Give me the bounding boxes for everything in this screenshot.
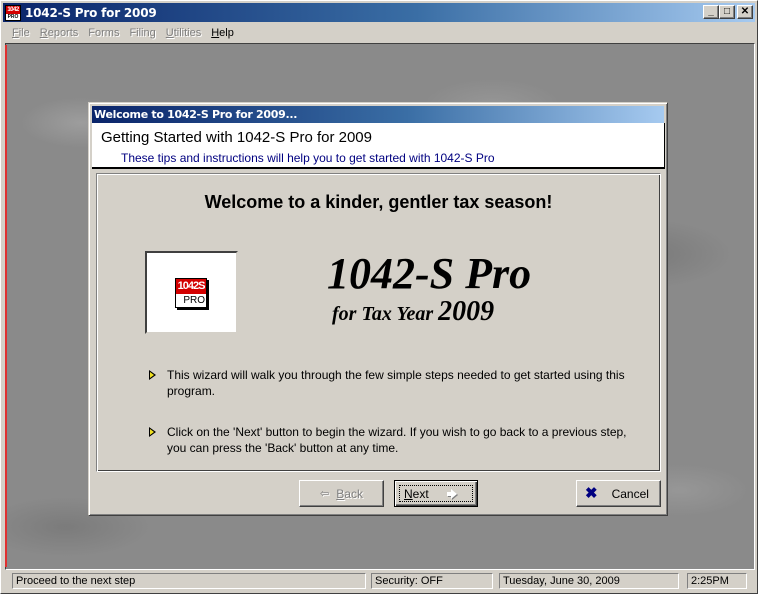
menu-bar: File Reports Forms Filing Utilities Help: [3, 23, 755, 42]
product-logo-frame: 1042S PRO: [145, 251, 238, 334]
tip-text: Click on the 'Next' button to begin the …: [167, 425, 627, 455]
dialog-subheading: These tips and instructions will help yo…: [121, 151, 495, 165]
menu-forms[interactable]: Forms: [83, 27, 124, 39]
window-controls: _ □ ✕: [703, 5, 753, 19]
menu-utilities[interactable]: Utilities: [161, 27, 206, 39]
welcome-dialog: Welcome to 1042-S Pro for 2009... Gettin…: [88, 102, 668, 516]
product-title: 1042-S Pro: [327, 249, 532, 298]
cancel-label: Cancel: [611, 486, 649, 501]
menu-forms-label: Forms: [88, 26, 120, 39]
product-subtitle: for Tax Year 2009: [332, 296, 494, 328]
cancel-x-icon: ✖: [585, 485, 598, 502]
dialog-header: Getting Started with 1042-S Pro for 2009…: [92, 123, 665, 169]
yellow-arrow-bullet-icon: [149, 370, 156, 380]
menu-help-accel: H: [211, 26, 220, 39]
app-window: 1042 PRO 1042-S Pro for 2009 _ □ ✕ File …: [0, 0, 758, 594]
status-message: Proceed to the next step: [12, 573, 366, 589]
title-bar: 1042 PRO 1042-S Pro for 2009 _ □ ✕: [3, 3, 755, 22]
menu-help[interactable]: Help: [206, 27, 239, 39]
dialog-heading: Getting Started with 1042-S Pro for 2009: [101, 129, 372, 146]
menu-help-label: elp: [219, 26, 234, 39]
status-date: Tuesday, June 30, 2009: [499, 573, 679, 589]
menu-reports-accel: R: [39, 26, 48, 39]
minimize-button[interactable]: _: [703, 5, 719, 19]
next-accel: N: [404, 487, 413, 501]
dialog-title: Welcome to 1042-S Pro for 2009...: [92, 106, 664, 123]
workspace-edge-marker: [5, 45, 7, 567]
menu-filing[interactable]: Filing: [124, 27, 160, 39]
app-logo-icon[interactable]: 1042 PRO: [5, 4, 21, 21]
menu-reports-label: eports: [47, 26, 79, 39]
back-accel: B: [336, 486, 345, 501]
cancel-button[interactable]: ✖ Cancel: [576, 480, 661, 507]
product-sub-year: 2009: [438, 296, 495, 327]
next-label-wrap: Next: [404, 487, 429, 501]
next-label: ext: [412, 487, 429, 501]
tip-item: Click on the 'Next' button to begin the …: [149, 424, 629, 456]
window-title: 1042-S Pro for 2009: [25, 5, 157, 20]
menu-file-accel: F: [12, 26, 19, 39]
status-security: Security: OFF: [371, 573, 493, 589]
menu-file-label: ile: [18, 26, 30, 39]
product-sub-prefix: for Tax Year: [332, 303, 434, 325]
menu-reports[interactable]: Reports: [35, 27, 84, 39]
menu-file[interactable]: File: [7, 27, 35, 39]
welcome-heading: Welcome to a kinder, gentler tax season!: [204, 192, 553, 212]
close-button[interactable]: ✕: [737, 5, 753, 19]
back-button[interactable]: ⇦ Back: [299, 480, 384, 507]
maximize-button[interactable]: □: [719, 5, 735, 19]
status-time: 2:25PM: [687, 573, 747, 589]
tip-text: This wizard will walk you through the fe…: [167, 368, 625, 398]
tip-item: This wizard will walk you through the fe…: [149, 367, 629, 399]
app-icon-bottom-text: PRO: [7, 13, 19, 20]
logo-top-text: 1042S: [176, 279, 206, 294]
status-bar: Proceed to the next step Security: OFF T…: [3, 571, 755, 591]
back-label: ack: [344, 486, 363, 501]
menu-filing-label: Filing: [129, 26, 156, 39]
yellow-arrow-bullet-icon: [149, 427, 156, 437]
menu-utilities-label: tilities: [173, 26, 202, 39]
next-arrow-icon: [447, 489, 457, 499]
menu-utilities-accel: U: [165, 26, 174, 39]
back-arrow-icon: ⇦: [320, 488, 330, 500]
content-panel: Welcome to a kinder, gentler tax season!…: [96, 173, 661, 472]
product-logo-icon: 1042S PRO: [175, 278, 207, 308]
next-button[interactable]: Next: [394, 480, 478, 507]
app-icon-top-text: 1042: [6, 5, 20, 14]
logo-bottom-text: PRO: [183, 295, 205, 306]
